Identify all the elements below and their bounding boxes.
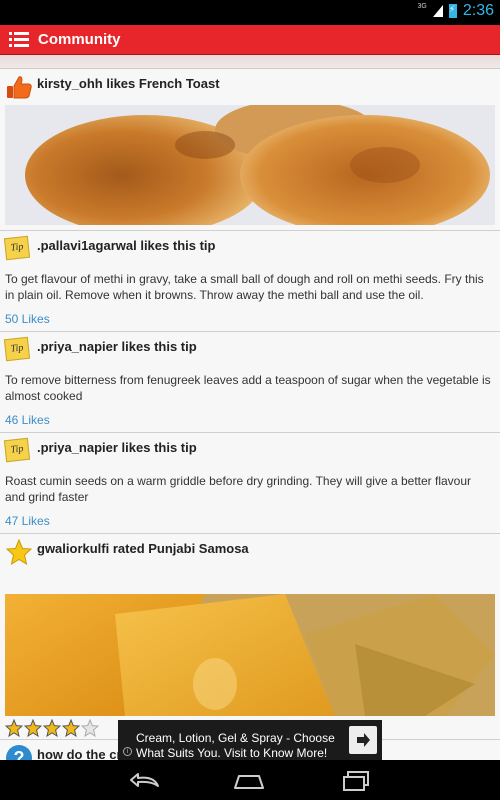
feed-item-header: Tip .priya_napier likes this tip xyxy=(0,332,500,366)
feed-item-header: Tip .priya_napier likes this tip xyxy=(0,433,500,467)
home-icon[interactable] xyxy=(232,770,266,795)
question-icon: ? xyxy=(5,744,33,760)
tip-note-icon: Tip xyxy=(3,235,33,263)
previous-item-image-edge xyxy=(0,55,500,69)
feed-item-header: kirsty_ohh likes French Toast xyxy=(0,69,500,103)
battery-icon xyxy=(448,4,457,18)
feed-item-title: gwaliorkulfi rated Punjabi Samosa xyxy=(37,541,249,556)
feed-item-title: how do the cr xyxy=(37,747,122,760)
feed-item-like[interactable]: kirsty_ohh likes French Toast xyxy=(0,69,500,231)
back-icon[interactable] xyxy=(128,770,162,795)
thumbs-up-icon xyxy=(5,73,33,101)
feed-item-title: kirsty_ohh likes French Toast xyxy=(37,76,220,91)
french-toast-photo[interactable] xyxy=(5,105,495,225)
star-filled-icon xyxy=(24,719,42,737)
feed-item-title: .priya_napier likes this tip xyxy=(37,339,197,354)
feed-item-title: .pallavi1agarwal likes this tip xyxy=(37,238,216,253)
status-icons: 3G 2:36 xyxy=(418,2,494,20)
signal-icon xyxy=(432,5,443,17)
network-type: 3G xyxy=(417,2,427,10)
likes-count-link[interactable]: 50 Likes xyxy=(0,303,500,331)
navigation-bar xyxy=(0,760,500,800)
tip-text: To remove bitterness from fenugreek leav… xyxy=(5,373,491,403)
star-empty-icon xyxy=(81,719,99,737)
star-filled-icon xyxy=(62,719,80,737)
clock: 2:36 xyxy=(462,2,494,19)
recent-apps-icon[interactable] xyxy=(342,770,372,797)
community-feed[interactable]: kirsty_ohh likes French Toast Tip .palla… xyxy=(0,55,500,760)
page-title: Community xyxy=(38,31,121,48)
feed-item-header: Tip .pallavi1agarwal likes this tip xyxy=(0,231,500,265)
likes-count-link[interactable]: 46 Likes xyxy=(0,404,500,432)
star-icon xyxy=(5,538,33,566)
feed-item-tip[interactable]: Tip .priya_napier likes this tip Roast c… xyxy=(0,433,500,534)
feed-item-title: .priya_napier likes this tip xyxy=(37,440,197,455)
tip-note-icon: Tip xyxy=(3,336,33,364)
feed-item-header: gwaliorkulfi rated Punjabi Samosa xyxy=(0,534,500,592)
ad-headline: Cream, Lotion, Gel & Spray - Choose xyxy=(136,731,335,745)
samosa-photo[interactable] xyxy=(5,594,495,716)
svg-text:?: ? xyxy=(14,748,25,760)
action-bar: Community xyxy=(0,25,500,55)
likes-count-link[interactable]: 47 Likes xyxy=(0,505,500,533)
ad-subline: What Suits You. Visit to Know More! xyxy=(136,746,328,760)
hamburger-menu-icon[interactable] xyxy=(9,31,29,49)
star-filled-icon xyxy=(5,719,23,737)
tip-text: Roast cumin seeds on a warm griddle befo… xyxy=(5,474,472,504)
star-filled-icon xyxy=(43,719,61,737)
tip-text: To get flavour of methi in gravy, take a… xyxy=(5,272,484,302)
ad-banner[interactable]: Cream, Lotion, Gel & Spray - Choose What… xyxy=(118,720,382,760)
feed-item-tip[interactable]: Tip .pallavi1agarwal likes this tip To g… xyxy=(0,231,500,332)
tip-note-icon: Tip xyxy=(3,437,33,465)
arrow-right-icon[interactable] xyxy=(349,726,377,754)
status-bar: 3G 2:36 xyxy=(0,0,500,25)
feed-item-tip[interactable]: Tip .priya_napier likes this tip To remo… xyxy=(0,332,500,433)
info-icon[interactable]: i xyxy=(123,747,132,756)
feed-item-rating[interactable]: gwaliorkulfi rated Punjabi Samosa xyxy=(0,534,500,740)
